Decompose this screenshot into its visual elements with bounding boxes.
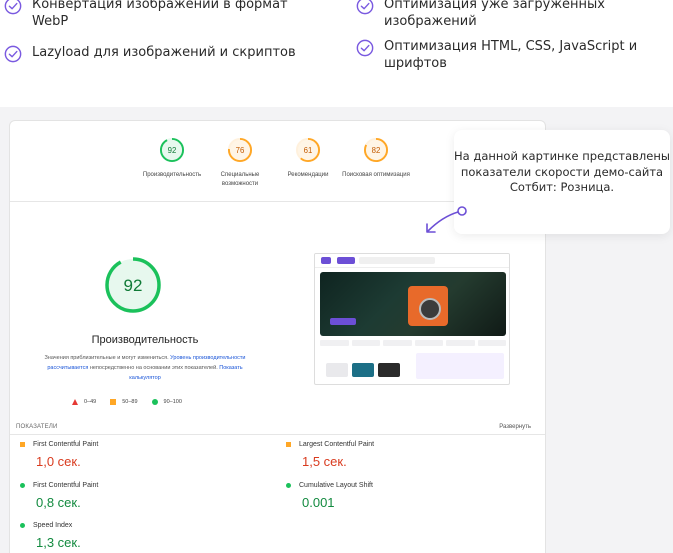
metric-value: 1,5 сек.	[302, 454, 347, 469]
metric-fcp: First Contentful Paint 1,0 сек.	[20, 441, 98, 469]
thumb-hero-banner	[320, 272, 506, 336]
desc-text: непосредственно на основании этих показа…	[88, 365, 220, 371]
metric-name: Largest Contentful Paint	[299, 441, 375, 448]
expand-link[interactable]: Развернуть	[499, 424, 531, 430]
check-circle-icon	[4, 45, 22, 63]
performance-title: Производительность	[91, 334, 199, 346]
square-icon	[110, 399, 117, 405]
score-ring-icon: 82	[363, 137, 389, 163]
score-ring-icon: 61	[295, 137, 321, 163]
thumb-catalog-button	[337, 257, 355, 264]
check-circle-icon	[356, 0, 374, 15]
feature-item: Оптимизация HTML, CSS, JavaScript и шриф…	[356, 38, 666, 72]
gauge-seo[interactable]: 82 Поисковая оптимизация	[342, 137, 410, 189]
gauge-best-practices[interactable]: 61 Рекомендации	[274, 137, 342, 189]
legend-item-fail: 0–49	[72, 399, 96, 405]
circle-icon	[20, 523, 25, 528]
tooltip-card: На данной картинке представлены показате…	[454, 130, 670, 234]
circle-icon	[151, 399, 158, 405]
feature-item: Конвертация изображений в формат WebP	[4, 0, 304, 30]
feature-text: Оптимизация HTML, CSS, JavaScript и шриф…	[384, 39, 638, 71]
product-image	[326, 363, 348, 377]
gauge-accessibility[interactable]: 76 Специальные возможности	[206, 137, 274, 189]
thumb-hero-button	[330, 318, 356, 325]
product-image	[378, 363, 400, 377]
score-ring-icon: 92	[159, 137, 185, 163]
metric-value: 0,8 сек.	[36, 495, 81, 510]
thumb-header	[315, 254, 509, 268]
gauge-score: 61	[304, 146, 313, 155]
gauge-score: 76	[236, 146, 245, 155]
desc-text: Значения приблизительные и могут изменит…	[44, 355, 171, 361]
legend-label: 0–49	[84, 399, 97, 405]
gauge-label: Поисковая оптимизация	[342, 172, 410, 178]
performance-score-ring-icon: 92	[105, 257, 161, 313]
performance-score: 92	[124, 276, 143, 295]
score-legend: 0–49 50–89 90–100	[72, 399, 182, 405]
metric-name: First Contentful Paint	[33, 482, 99, 489]
gauge-performance[interactable]: 92 Производительность	[138, 137, 206, 189]
legend-item-pass: 90–100	[151, 399, 182, 405]
check-circle-icon	[4, 0, 22, 15]
legend-label: 50–89	[122, 399, 138, 405]
thumb-promo	[416, 353, 504, 379]
thumb-products	[320, 351, 506, 381]
metric-lcp: Largest Contentful Paint 1,5 сек.	[286, 441, 374, 469]
legend-item-average: 50–89	[110, 399, 138, 405]
feature-item: Lazyload для изображений и скриптов	[4, 44, 314, 63]
gauge-label: Специальные возможности	[220, 172, 260, 187]
square-icon	[20, 442, 25, 447]
metric-value: 1,0 сек.	[36, 454, 81, 469]
metric-name: Cumulative Layout Shift	[299, 482, 373, 489]
gauge-score: 82	[372, 146, 381, 155]
product-image	[352, 363, 374, 377]
washer-image	[408, 286, 448, 326]
circle-icon	[20, 483, 25, 488]
gauge-score: 92	[168, 146, 177, 155]
score-gauges: 92 Производительность 76 Специальные воз…	[138, 137, 410, 189]
page: Конвертация изображений в формат WebP Оп…	[0, 0, 673, 553]
triangle-icon	[72, 399, 78, 405]
metric-fcp-2: First Contentful Paint 0,8 сек.	[20, 482, 98, 510]
circle-icon	[286, 483, 291, 488]
feature-text: Оптимизация уже загруженных изображений	[384, 0, 605, 29]
check-circle-icon	[356, 39, 374, 57]
gauge-label: Рекомендации	[287, 172, 329, 178]
metric-name: Speed Index	[33, 522, 73, 529]
square-icon	[286, 442, 291, 447]
metric-speed-index: Speed Index 1,3 сек.	[20, 522, 81, 550]
feature-item: Оптимизация уже загруженных изображений	[356, 0, 656, 30]
logo-icon	[321, 257, 331, 264]
page-screenshot-thumbnail	[314, 253, 510, 385]
legend-label: 90–100	[163, 399, 182, 405]
metrics-label: ПОКАЗАТЕЛИ	[16, 424, 58, 430]
metric-name: First Contentful Paint	[33, 441, 99, 448]
metric-cls: Cumulative Layout Shift 0.001	[286, 482, 373, 510]
gauge-label: Производительность	[142, 172, 202, 178]
score-ring-icon: 76	[227, 137, 253, 163]
thumb-search	[359, 257, 435, 264]
thumb-categories	[320, 340, 506, 346]
curved-arrow-icon	[426, 206, 467, 233]
feature-text: Lazyload для изображений и скриптов	[32, 45, 296, 60]
metric-value: 1,3 сек.	[36, 535, 81, 550]
feature-text: Конвертация изображений в формат WebP	[32, 0, 288, 29]
metric-value: 0.001	[302, 495, 335, 510]
divider	[10, 434, 545, 435]
tooltip-text: На данной картинке представлены показате…	[454, 149, 670, 194]
performance-description: Значения приблизительные и могут изменит…	[38, 353, 252, 383]
